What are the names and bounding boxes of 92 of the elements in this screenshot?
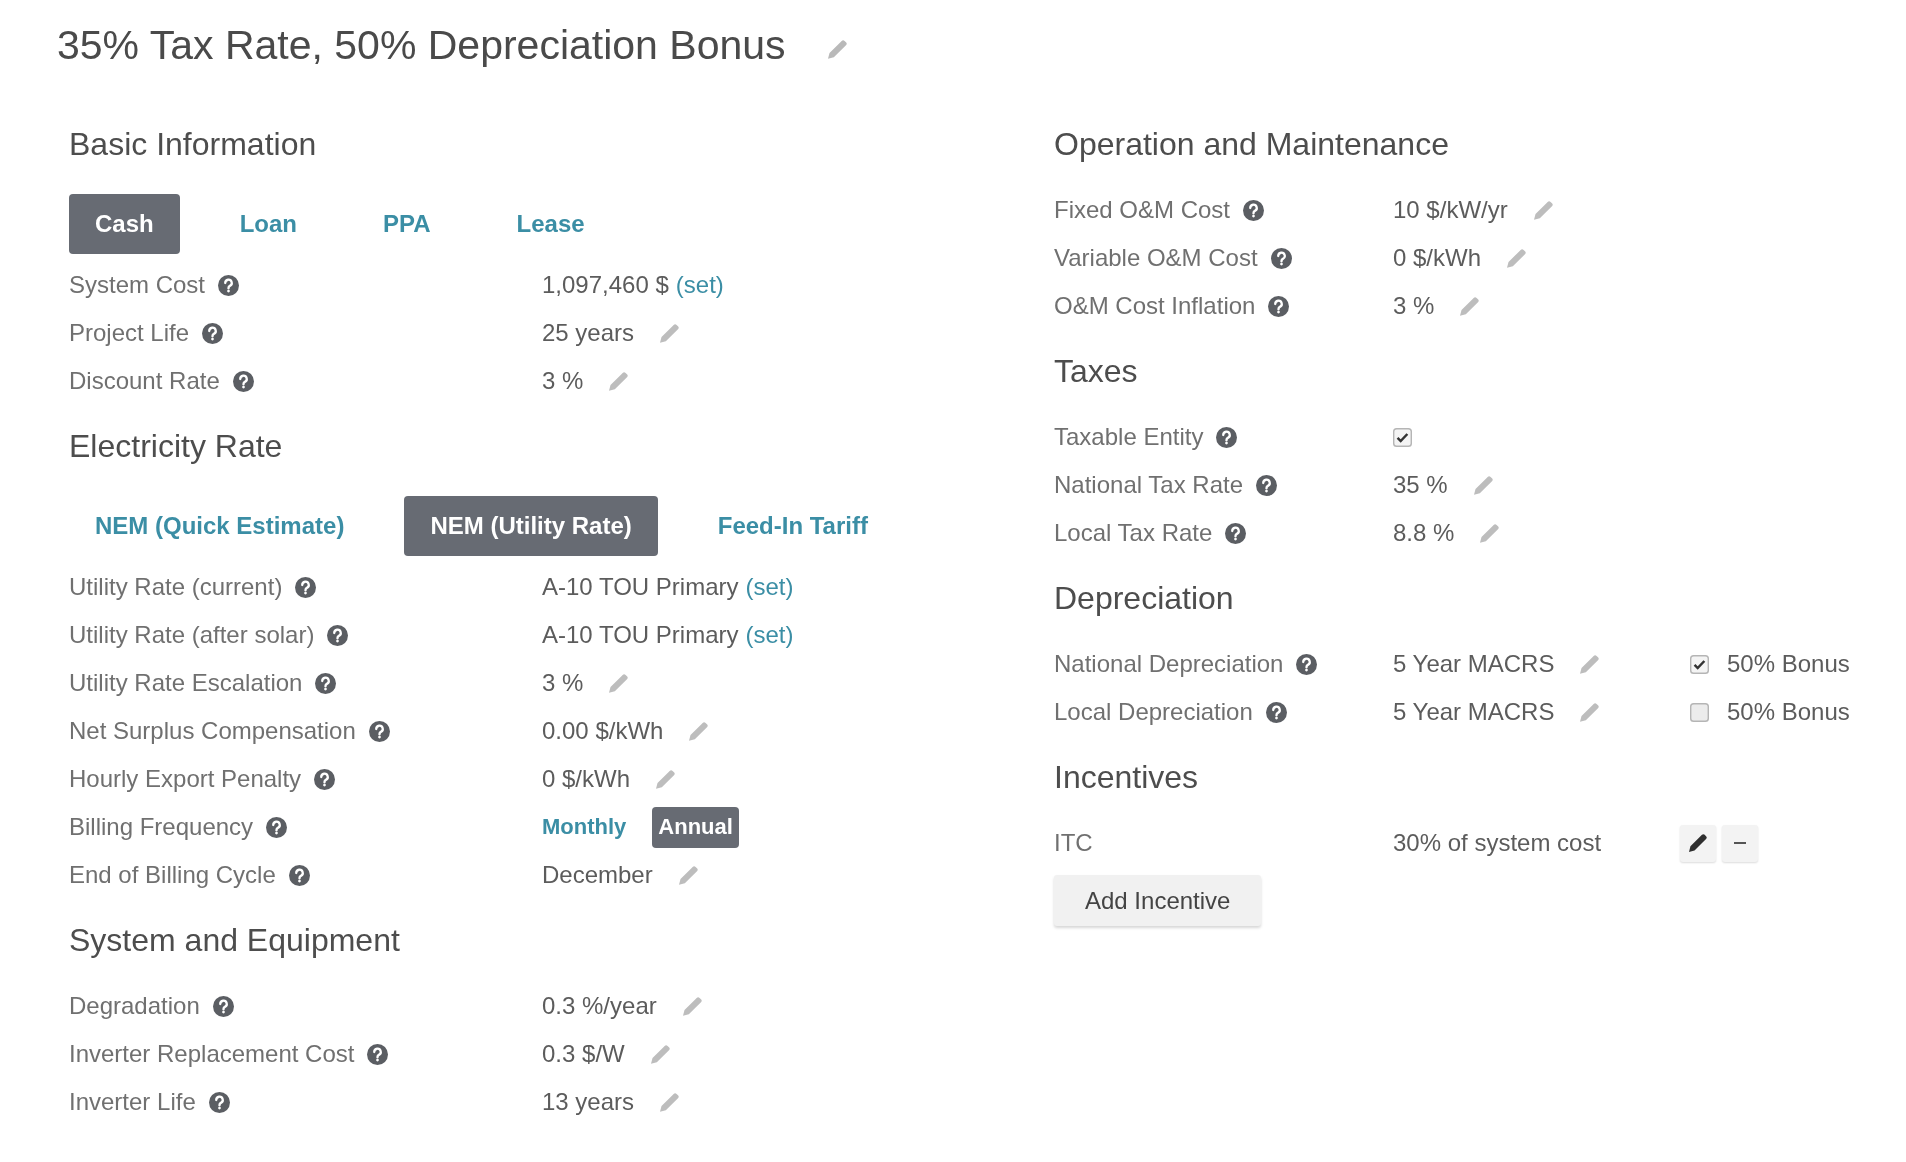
- help-icon[interactable]: [1225, 522, 1247, 544]
- help-icon[interactable]: [295, 576, 317, 598]
- edit-button[interactable]: [1680, 824, 1716, 862]
- help-icon[interactable]: [266, 816, 288, 838]
- set-link[interactable]: (set): [745, 621, 794, 649]
- checkbox[interactable]: [1690, 702, 1709, 722]
- help-icon[interactable]: [367, 1043, 389, 1065]
- field-label: ITC: [1054, 829, 1093, 857]
- field-value: 5 Year MACRS: [1393, 698, 1555, 726]
- field-label: National Depreciation: [1054, 650, 1284, 678]
- field-value: 30% of system cost: [1393, 829, 1602, 857]
- tab[interactable]: Lease: [490, 194, 611, 254]
- help-icon[interactable]: [1270, 247, 1292, 269]
- field-value: 8.8 %: [1393, 519, 1455, 547]
- field-value: 1,097,460 $: [542, 271, 669, 299]
- set-link[interactable]: (set): [745, 573, 794, 601]
- help-icon[interactable]: [1243, 199, 1265, 221]
- field-label: Billing Frequency: [69, 813, 254, 841]
- help-icon[interactable]: [327, 624, 349, 646]
- add-incentive-button[interactable]: Add Incentive: [1054, 875, 1262, 926]
- field-label: Taxable Entity: [1054, 423, 1204, 451]
- field-label: O&M Cost Inflation: [1054, 292, 1256, 320]
- help-icon[interactable]: [314, 768, 336, 790]
- help-icon[interactable]: [202, 322, 224, 344]
- help-icon[interactable]: [232, 370, 254, 392]
- field-value: A-10 TOU Primary: [542, 621, 739, 649]
- section-heading: Depreciation: [1054, 579, 1235, 617]
- toggle-option[interactable]: Monthly: [536, 806, 633, 848]
- field-label: Local Tax Rate: [1054, 519, 1213, 547]
- field-value: A-10 TOU Primary: [542, 573, 739, 601]
- field-label: Variable O&M Cost: [1054, 244, 1258, 272]
- help-icon[interactable]: [1268, 295, 1290, 317]
- field-label: Utility Rate (after solar): [69, 621, 315, 649]
- field-label: National Tax Rate: [1054, 471, 1243, 499]
- field-value: 0.00 $/kWh: [542, 717, 664, 745]
- field-label: Hourly Export Penalty: [69, 765, 302, 793]
- tab[interactable]: Feed-In Tariff: [691, 496, 894, 556]
- section-heading: Operation and Maintenance: [1054, 125, 1450, 163]
- minus-icon: [1734, 842, 1746, 844]
- tab[interactable]: NEM (Quick Estimate): [69, 496, 371, 556]
- section-heading: Incentives: [1054, 758, 1200, 796]
- help-icon[interactable]: [218, 274, 240, 296]
- field-label: Local Depreciation: [1054, 698, 1253, 726]
- field-value: 0 $/kWh: [542, 765, 631, 793]
- field-value: 25 years: [542, 319, 635, 347]
- help-icon[interactable]: [1296, 653, 1318, 675]
- tab[interactable]: Loan: [213, 194, 323, 254]
- field-label: End of Billing Cycle: [69, 861, 276, 889]
- checkbox[interactable]: [1393, 427, 1412, 447]
- field-label: Net Surplus Compensation: [69, 717, 356, 745]
- field-value: 13 years: [542, 1088, 635, 1116]
- section-heading: Electricity Rate: [69, 427, 284, 465]
- field-value: 0 $/kWh: [1393, 244, 1482, 272]
- section-heading: System and Equipment: [69, 921, 401, 959]
- field-label: Project Life: [69, 319, 190, 347]
- field-value: 0.3 $/W: [542, 1040, 625, 1068]
- field-label: Fixed O&M Cost: [1054, 196, 1231, 224]
- toggle-option[interactable]: Annual: [652, 806, 739, 848]
- tab[interactable]: Cash: [69, 194, 180, 254]
- help-icon[interactable]: [1256, 474, 1277, 496]
- section-heading: Basic Information: [69, 125, 318, 163]
- field-label: Degradation: [69, 992, 200, 1020]
- field-label: Discount Rate: [69, 367, 220, 395]
- field-value: 5 Year MACRS: [1393, 650, 1555, 678]
- field-value: 0.3 %/year: [542, 992, 657, 1020]
- checkbox-label: 50% Bonus: [1727, 698, 1850, 726]
- help-icon[interactable]: [1216, 426, 1238, 448]
- field-label: Inverter Replacement Cost: [69, 1040, 355, 1068]
- field-value: 10 $/kW/yr: [1393, 196, 1508, 224]
- help-icon[interactable]: [368, 720, 390, 742]
- help-icon[interactable]: [288, 864, 310, 886]
- pencil-icon: [1689, 834, 1707, 852]
- field-label: Utility Rate (current): [69, 573, 283, 601]
- page-title: 35% Tax Rate, 50% Depreciation Bonus: [57, 21, 786, 70]
- set-link[interactable]: (set): [675, 271, 724, 299]
- field-value: 35 %: [1393, 471, 1448, 499]
- help-icon[interactable]: [315, 672, 337, 694]
- checkbox-label: 50% Bonus: [1727, 650, 1850, 678]
- tab[interactable]: NEM (Utility Rate): [404, 496, 658, 556]
- field-label: Utility Rate Escalation: [69, 669, 303, 697]
- field-label: System Cost: [69, 271, 206, 299]
- field-value: 3 %: [542, 669, 584, 697]
- field-value: 3 %: [542, 367, 584, 395]
- help-icon[interactable]: [212, 995, 234, 1017]
- help-icon[interactable]: [208, 1091, 230, 1113]
- tab[interactable]: PPA: [357, 194, 457, 254]
- field-value: 3 %: [1393, 292, 1435, 320]
- checkbox[interactable]: [1690, 654, 1709, 674]
- field-value: December: [542, 861, 653, 889]
- help-icon[interactable]: [1265, 701, 1287, 723]
- field-label: Inverter Life: [69, 1088, 196, 1116]
- section-heading: Taxes: [1054, 352, 1139, 390]
